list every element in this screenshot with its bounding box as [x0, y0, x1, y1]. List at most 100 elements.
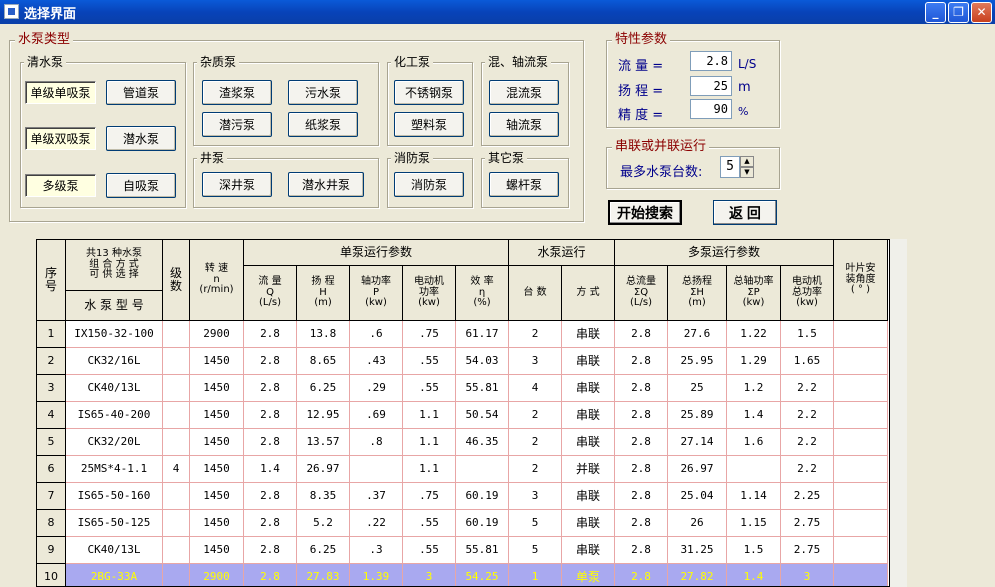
submersible-well-pump-button[interactable]: 潜水井泵 [288, 172, 364, 197]
table-cell: 26 [668, 510, 727, 537]
submersible-pump-button[interactable]: 潜水泵 [106, 126, 176, 151]
table-cell [834, 321, 888, 348]
table-cell: 1450 [190, 537, 244, 564]
maximize-button[interactable]: ❐ [948, 2, 969, 23]
table-cell: 2.2 [781, 429, 834, 456]
table-cell: 5.2 [297, 510, 350, 537]
precision-label: 精 度 = [618, 108, 664, 123]
table-cell: 1.65 [781, 348, 834, 375]
results-grid[interactable]: 序号共13 种水泵 组 合 方 式 可 供 选 择水 泵 型 号级数转 速 n (r… [36, 239, 907, 587]
stainless-pump-button[interactable]: 不锈钢泵 [394, 80, 464, 105]
table-cell: 27.82 [668, 564, 727, 586]
axial-flow-pump-button[interactable]: 轴流泵 [489, 112, 559, 137]
table-cell: 8.35 [297, 483, 350, 510]
well-pump-title: 井泵 [197, 151, 228, 165]
table-cell: 27.14 [668, 429, 727, 456]
table-cell: 1.6 [727, 429, 781, 456]
table-cell: 2.8 [615, 375, 668, 402]
table-cell: .55 [403, 348, 456, 375]
table-cell: 2.8 [615, 456, 668, 483]
table-cell: 串联 [562, 537, 615, 564]
clear-item-double-suction[interactable]: 单级双吸泵 [25, 127, 96, 150]
table-cell: 13.8 [297, 321, 350, 348]
table-cell [834, 429, 888, 456]
sewage-pump-button[interactable]: 污水泵 [288, 80, 358, 105]
submersible-sewage-pump-button[interactable]: 潜污泵 [202, 112, 272, 137]
table-cell: 串联 [562, 348, 615, 375]
table-cell: 2.75 [781, 510, 834, 537]
slurry-pump-button[interactable]: 渣浆泵 [202, 80, 272, 105]
table-cell: 2.8 [615, 483, 668, 510]
table-cell: 2.8 [615, 429, 668, 456]
table-cell [834, 348, 888, 375]
table-cell: 1450 [190, 402, 244, 429]
pulp-pump-button[interactable]: 纸浆泵 [288, 112, 358, 137]
table-cell [727, 456, 781, 483]
minimize-button[interactable]: _ [925, 2, 946, 23]
table-cell: 单泵 [562, 564, 615, 586]
table-cell: 2.8 [615, 537, 668, 564]
table-cell: 2.8 [244, 429, 297, 456]
screw-pump-button[interactable]: 螺杆泵 [489, 172, 559, 197]
table-cell [834, 402, 888, 429]
table-cell: .55 [403, 537, 456, 564]
table-cell: 串联 [562, 510, 615, 537]
table-cell: 2.8 [244, 375, 297, 402]
spinner-up-button[interactable]: ▲ [740, 156, 754, 167]
header-speed: 转 速 n (r/min) [190, 240, 244, 321]
table-cell: .75 [403, 483, 456, 510]
table-cell: 25.04 [668, 483, 727, 510]
table-cell: 60.19 [456, 483, 509, 510]
deep-well-pump-button[interactable]: 深井泵 [202, 172, 272, 197]
start-search-button[interactable]: 开始搜索 [608, 200, 682, 225]
table-cell: 2 [509, 429, 562, 456]
row-number: 5 [37, 429, 66, 456]
table-cell: 2.2 [781, 456, 834, 483]
table-cell: 2.8 [615, 564, 668, 586]
fire-pump-button[interactable]: 消防泵 [394, 172, 464, 197]
table-cell: 55.81 [456, 537, 509, 564]
table-cell: 1 [509, 564, 562, 586]
head-unit: m [738, 80, 751, 95]
table-cell: 61.17 [456, 321, 509, 348]
header-pump-run: 水泵运行 [509, 240, 615, 266]
max-pump-count-input[interactable]: 5 [720, 156, 740, 178]
table-cell: 2.8 [244, 564, 297, 586]
clear-item-single-suction[interactable]: 单级单吸泵 [25, 81, 96, 104]
table-cell: 1.5 [727, 537, 781, 564]
table-cell: 6.25 [297, 537, 350, 564]
spinner-down-button[interactable]: ▼ [740, 167, 754, 178]
row-number: 9 [37, 537, 66, 564]
table-cell: 8.65 [297, 348, 350, 375]
plastic-pump-button[interactable]: 塑料泵 [394, 112, 464, 137]
table-cell: 1.15 [727, 510, 781, 537]
head-input[interactable]: 25 [690, 76, 732, 96]
back-button[interactable]: 返 回 [713, 200, 777, 225]
header-single-run: 单泵运行参数 [244, 240, 509, 266]
header-flow: 流 量 Q (L/s) [244, 266, 297, 321]
table-cell: 2.8 [244, 402, 297, 429]
table-cell [163, 537, 190, 564]
precision-input[interactable]: 90 [690, 99, 732, 119]
table-cell: .55 [403, 375, 456, 402]
table-cell: 2BG-33A [66, 564, 163, 586]
table-cell: 4 [163, 456, 190, 483]
table-cell: 25MS*4-1.1 [66, 456, 163, 483]
table-cell: 1.22 [727, 321, 781, 348]
table-cell: 26.97 [297, 456, 350, 483]
mixed-flow-pump-button[interactable]: 混流泵 [489, 80, 559, 105]
grid-scrollbar[interactable] [889, 239, 907, 587]
table-cell: 25 [668, 375, 727, 402]
table-cell: 1450 [190, 483, 244, 510]
window-title: 选择界面 [24, 7, 77, 22]
clear-item-multistage[interactable]: 多级泵 [25, 174, 96, 197]
pipeline-pump-button[interactable]: 管道泵 [106, 80, 176, 105]
table-cell: IS65-40-200 [66, 402, 163, 429]
flow-input[interactable]: 2.8 [690, 51, 732, 71]
table-cell [163, 510, 190, 537]
table-cell: .8 [350, 429, 403, 456]
other-pump-title: 其它泵 [485, 151, 528, 165]
self-priming-pump-button[interactable]: 自吸泵 [106, 173, 176, 198]
header-multi-run: 多泵运行参数 [615, 240, 834, 266]
close-button[interactable]: ✕ [971, 2, 992, 23]
